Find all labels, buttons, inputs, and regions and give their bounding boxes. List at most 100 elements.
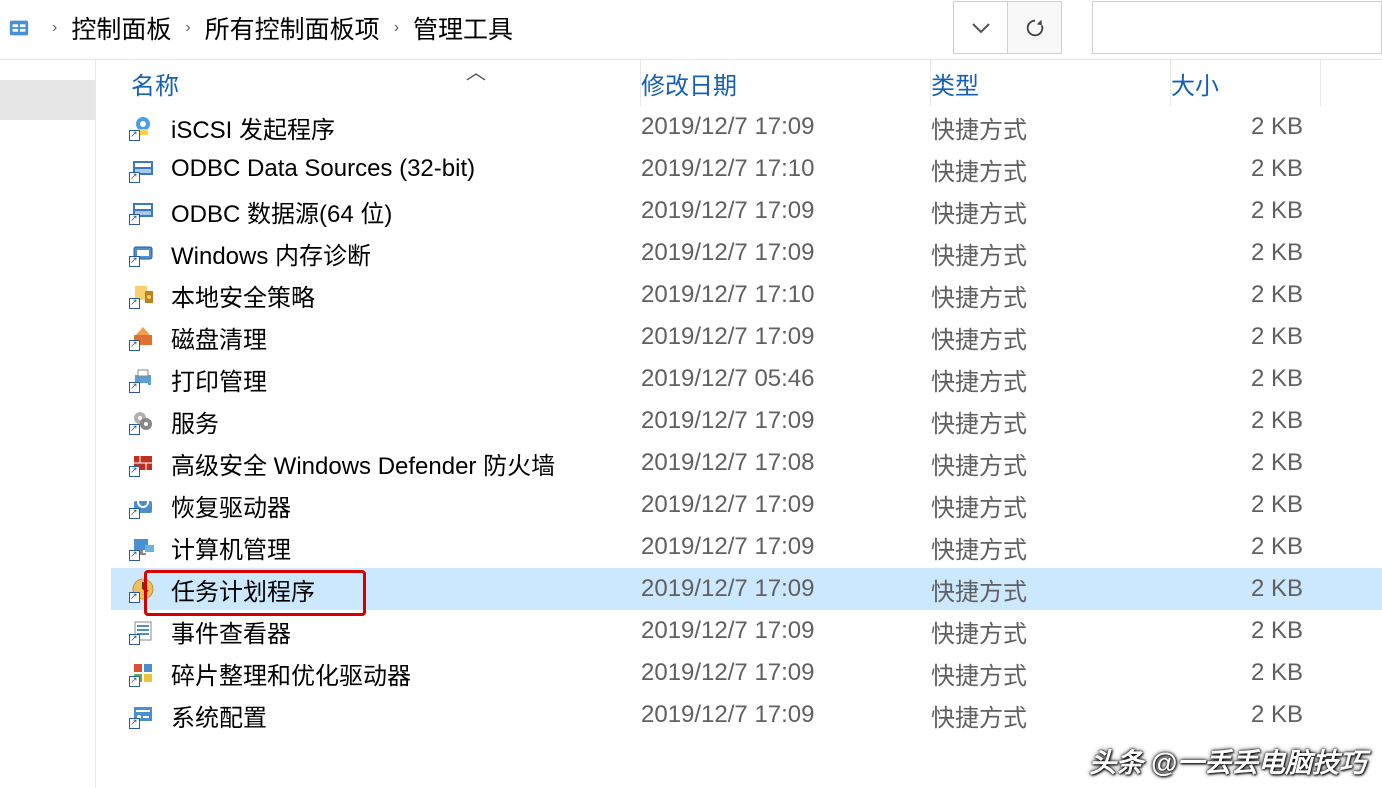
breadcrumb-item[interactable]: 控制面板 — [71, 10, 171, 46]
file-name: 碎片整理和优化驱动器 — [171, 656, 411, 691]
file-type: 快捷方式 — [931, 614, 1171, 649]
sidebar-item[interactable] — [0, 80, 95, 120]
file-size: 2 KB — [1171, 449, 1321, 477]
file-row[interactable]: 本地安全策略2019/12/7 17:10快捷方式2 KB — [111, 274, 1382, 316]
chevron-right-icon[interactable]: › — [52, 19, 57, 37]
column-headers: 名称 修改日期 类型 大小 — [111, 60, 1382, 106]
file-size: 2 KB — [1171, 533, 1321, 561]
chevron-right-icon[interactable]: › — [394, 19, 399, 37]
file-name: Windows 内存诊断 — [171, 236, 371, 271]
file-date: 2019/12/7 17:09 — [641, 197, 931, 225]
file-date: 2019/12/7 17:09 — [641, 323, 931, 351]
file-row[interactable]: ODBC Data Sources (32-bit)2019/12/7 17:1… — [111, 148, 1382, 190]
chevron-right-icon[interactable]: › — [185, 19, 190, 37]
refresh-button[interactable] — [1007, 1, 1062, 54]
file-name: 事件查看器 — [171, 614, 291, 649]
file-row[interactable]: 系统配置 2019/12/7 17:09快捷方式2 KB — [111, 694, 1382, 736]
file-type: 快捷方式 — [931, 656, 1171, 691]
file-date: 2019/12/7 17:09 — [641, 407, 931, 435]
file-name: ODBC 数据源(64 位) — [171, 194, 392, 229]
file-date: 2019/12/7 05:46 — [641, 365, 931, 393]
file-size: 2 KB — [1171, 113, 1321, 141]
odbc-icon — [131, 199, 155, 223]
file-type: 快捷方式 — [931, 446, 1171, 481]
file-name: 打印管理 — [171, 362, 267, 397]
file-size: 2 KB — [1171, 617, 1321, 645]
file-date: 2019/12/7 17:09 — [641, 701, 931, 729]
file-type: 快捷方式 — [931, 488, 1171, 523]
file-type: 快捷方式 — [931, 362, 1171, 397]
file-date: 2019/12/7 17:10 — [641, 281, 931, 309]
file-type: 快捷方式 — [931, 698, 1171, 733]
msconfig-icon — [131, 703, 155, 727]
iscsi-icon — [131, 115, 155, 139]
file-name: iSCSI 发起程序 — [171, 110, 335, 145]
file-name: 恢复驱动器 — [171, 488, 291, 523]
file-name: 系统配置 — [171, 698, 267, 733]
file-size: 2 KB — [1171, 491, 1321, 519]
file-row[interactable]: 任务计划程序2019/12/7 17:09快捷方式2 KB — [111, 568, 1382, 610]
file-list: iSCSI 发起程序2019/12/7 17:09快捷方式2 KBODBC Da… — [111, 106, 1382, 736]
file-size: 2 KB — [1171, 659, 1321, 687]
file-name: 高级安全 Windows Defender 防火墙 — [171, 446, 555, 481]
file-row[interactable]: 服务 2019/12/7 17:09快捷方式2 KB — [111, 400, 1382, 442]
file-size: 2 KB — [1171, 365, 1321, 393]
file-date: 2019/12/7 17:08 — [641, 449, 931, 477]
column-header-type[interactable]: 类型 — [931, 60, 1171, 106]
file-type: 快捷方式 — [931, 194, 1171, 229]
breadcrumb-item[interactable]: 管理工具 — [413, 10, 513, 46]
control-panel-icon — [8, 17, 30, 39]
file-type: 快捷方式 — [931, 320, 1171, 355]
search-input[interactable] — [1092, 1, 1382, 54]
file-date: 2019/12/7 17:09 — [641, 491, 931, 519]
file-name: 服务 — [171, 404, 219, 439]
file-row[interactable]: 碎片整理和优化驱动器2019/12/7 17:09快捷方式2 KB — [111, 652, 1382, 694]
file-row[interactable]: 磁盘清理 2019/12/7 17:09快捷方式2 KB — [111, 316, 1382, 358]
file-name: 磁盘清理 — [171, 320, 267, 355]
file-row[interactable]: 高级安全 Windows Defender 防火墙 2019/12/7 17:08… — [111, 442, 1382, 484]
file-size: 2 KB — [1171, 155, 1321, 183]
secpol-icon — [131, 283, 155, 307]
file-row[interactable]: 打印管理 2019/12/7 05:46快捷方式2 KB — [111, 358, 1382, 400]
file-name: 计算机管理 — [171, 530, 291, 565]
file-row[interactable]: 事件查看器 2019/12/7 17:09快捷方式2 KB — [111, 610, 1382, 652]
breadcrumb[interactable]: › 控制面板 › 所有控制面板项 › 管理工具 — [6, 0, 953, 55]
file-date: 2019/12/7 17:09 — [641, 113, 931, 141]
file-row[interactable]: ODBC 数据源(64 位) 2019/12/7 17:09快捷方式2 KB — [111, 190, 1382, 232]
eventvwr-icon — [131, 619, 155, 643]
file-size: 2 KB — [1171, 701, 1321, 729]
column-header-size[interactable]: 大小 — [1171, 60, 1321, 106]
breadcrumb-item[interactable]: 所有控制面板项 — [205, 10, 380, 46]
file-name: 本地安全策略 — [171, 278, 315, 313]
file-type: 快捷方式 — [931, 236, 1171, 271]
file-size: 2 KB — [1171, 197, 1321, 225]
services-icon — [131, 409, 155, 433]
defrag-icon — [131, 661, 155, 685]
file-type: 快捷方式 — [931, 530, 1171, 565]
file-size: 2 KB — [1171, 323, 1321, 351]
navigation-sidebar — [0, 60, 95, 788]
file-date: 2019/12/7 17:09 — [641, 575, 931, 603]
file-size: 2 KB — [1171, 281, 1321, 309]
firewall-icon — [131, 451, 155, 475]
column-header-date[interactable]: 修改日期 — [641, 60, 931, 106]
tasksched-icon — [131, 577, 155, 601]
file-size: 2 KB — [1171, 239, 1321, 267]
file-type: 快捷方式 — [931, 404, 1171, 439]
file-row[interactable]: iSCSI 发起程序 2019/12/7 17:09快捷方式2 KB — [111, 106, 1382, 148]
file-type: 快捷方式 — [931, 572, 1171, 607]
column-header-name[interactable]: 名称 — [131, 60, 641, 106]
memdiag-icon — [131, 241, 155, 265]
recovery-icon — [131, 493, 155, 517]
file-size: 2 KB — [1171, 407, 1321, 435]
address-bar: › 控制面板 › 所有控制面板项 › 管理工具 — [0, 0, 1382, 55]
file-date: 2019/12/7 17:09 — [641, 617, 931, 645]
file-row[interactable]: Windows 内存诊断2019/12/7 17:09快捷方式2 KB — [111, 232, 1382, 274]
file-size: 2 KB — [1171, 575, 1321, 603]
odbc-icon — [131, 157, 155, 181]
file-row[interactable]: 计算机管理2019/12/7 17:09快捷方式2 KB — [111, 526, 1382, 568]
history-dropdown-button[interactable] — [953, 1, 1008, 54]
file-name: ODBC Data Sources (32-bit) — [171, 155, 475, 183]
file-type: 快捷方式 — [931, 110, 1171, 145]
file-row[interactable]: 恢复驱动器 2019/12/7 17:09快捷方式2 KB — [111, 484, 1382, 526]
